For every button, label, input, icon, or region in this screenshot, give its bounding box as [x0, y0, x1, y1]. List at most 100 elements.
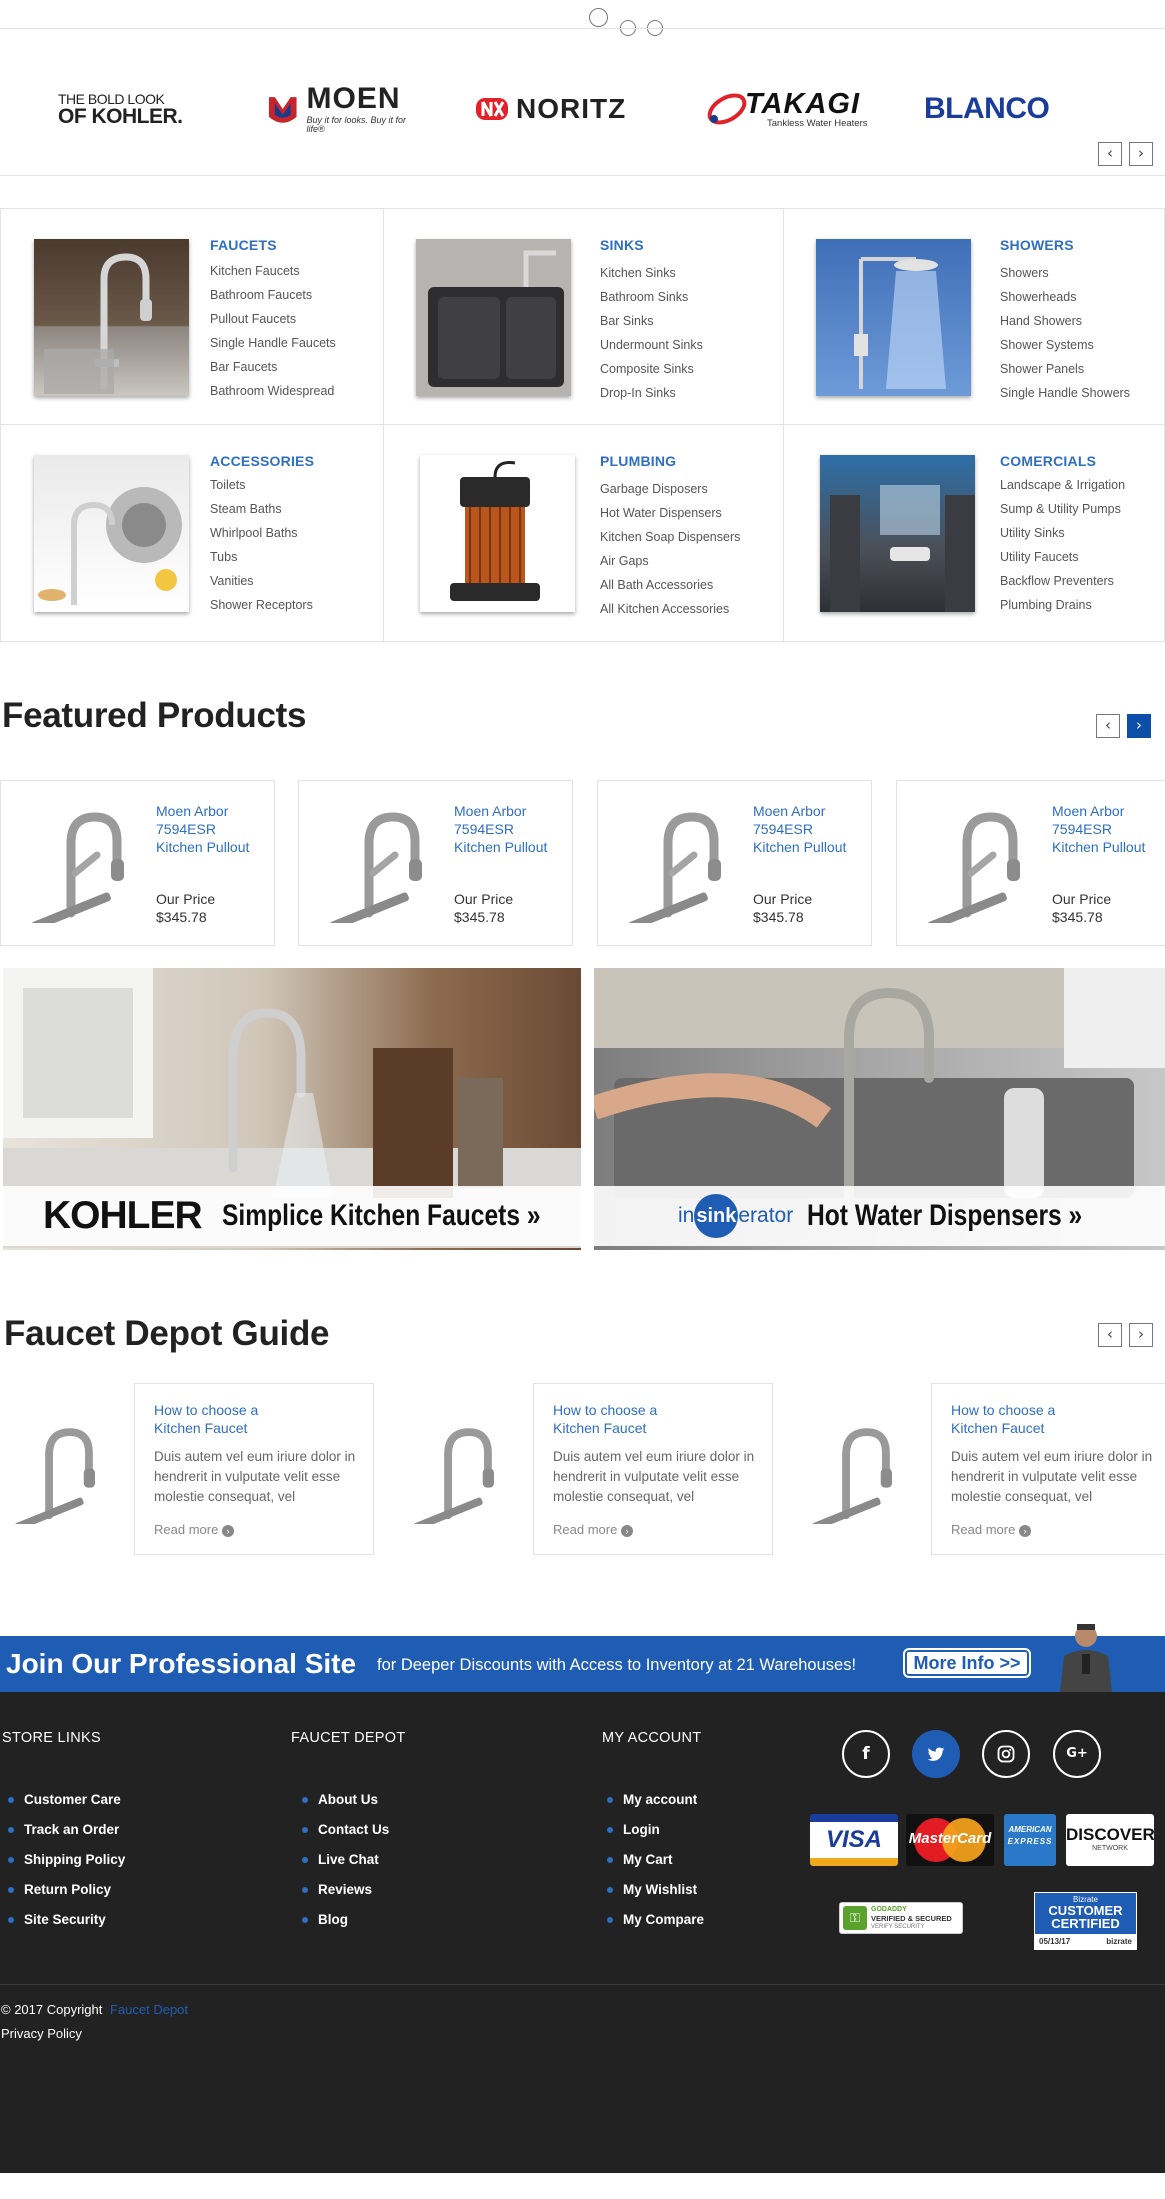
footer-link[interactable]: My account — [601, 1785, 704, 1815]
category-image-plumbing[interactable] — [420, 455, 575, 612]
product-name[interactable]: Moen Arbor 7594ESR Kitchen Pullout — [454, 802, 564, 856]
category-title[interactable]: FAUCETS — [210, 237, 277, 253]
category-link[interactable]: Bathroom Sinks — [600, 285, 703, 309]
footer-link[interactable]: My Compare — [601, 1905, 704, 1935]
category-link[interactable]: Showerheads — [1000, 285, 1130, 309]
footer-link[interactable]: Site Security — [2, 1905, 125, 1935]
footer-link[interactable]: Reviews — [296, 1875, 389, 1905]
kohler-promo-banner[interactable]: KOHLER Simplice Kitchen Faucets » — [3, 968, 581, 1250]
product-card[interactable]: Moen Arbor 7594ESR Kitchen Pullout Our P… — [896, 780, 1165, 946]
google-plus-icon[interactable]: G+ — [1053, 1730, 1101, 1778]
category-link[interactable]: Air Gaps — [600, 549, 740, 573]
guide-post-title[interactable]: How to choose a Kitchen Faucet — [951, 1401, 1101, 1437]
category-link[interactable]: Toilets — [210, 473, 313, 497]
brand-logo-moen[interactable]: MOEN Buy it for looks. Buy it for life® — [265, 79, 425, 139]
category-link[interactable]: Kitchen Sinks — [600, 261, 703, 285]
footer-link[interactable]: Track an Order — [2, 1815, 125, 1845]
product-card[interactable]: Moen Arbor 7594ESR Kitchen Pullout Our P… — [597, 780, 872, 946]
guide-next-button[interactable]: › — [1129, 1323, 1153, 1347]
footer-link[interactable]: Shipping Policy — [2, 1845, 125, 1875]
category-link[interactable]: Bar Faucets — [210, 355, 336, 379]
read-more-link[interactable]: Read more › — [553, 1522, 633, 1537]
footer-link[interactable]: Customer Care — [2, 1785, 125, 1815]
product-name[interactable]: Moen Arbor 7594ESR Kitchen Pullout — [1052, 802, 1162, 856]
guide-post-card[interactable]: How to choose a Kitchen Faucet Duis aute… — [931, 1383, 1165, 1555]
category-link[interactable]: Shower Systems — [1000, 333, 1130, 357]
category-title[interactable]: SINKS — [600, 237, 644, 253]
category-link[interactable]: Bathroom Widespread — [210, 379, 336, 403]
join-professional-banner[interactable]: Join Our Professional Site for Deeper Di… — [0, 1624, 1165, 1692]
twitter-icon[interactable] — [912, 1730, 960, 1778]
category-link[interactable]: Vanities — [210, 569, 313, 593]
category-link[interactable]: Steam Baths — [210, 497, 313, 521]
brand-logo-blanco[interactable]: BLANCO — [924, 79, 1084, 139]
category-link[interactable]: Tubs — [210, 545, 313, 569]
carousel-dot[interactable] — [589, 8, 608, 27]
category-link[interactable]: Pullout Faucets — [210, 307, 336, 331]
footer-link[interactable]: My Wishlist — [601, 1875, 704, 1905]
category-link[interactable]: Backflow Preventers — [1000, 569, 1125, 593]
category-link[interactable]: Shower Panels — [1000, 357, 1130, 381]
guide-post-title[interactable]: How to choose a Kitchen Faucet — [154, 1401, 304, 1437]
category-link[interactable]: Drop-In Sinks — [600, 381, 703, 405]
bizrate-badge[interactable]: Bizrate CUSTOMER CERTIFIED 05/13/17 bizr… — [1034, 1892, 1137, 1950]
read-more-link[interactable]: Read more › — [154, 1522, 234, 1537]
brand-prev-button[interactable]: ‹ — [1098, 142, 1122, 166]
instagram-icon[interactable] — [982, 1730, 1030, 1778]
category-link[interactable]: Bathroom Faucets — [210, 283, 336, 307]
godaddy-seal[interactable]: ⚿ GODADDY VERIFIED & SECURED VERIFY SECU… — [839, 1902, 963, 1934]
product-card[interactable]: Moen Arbor 7594ESR Kitchen Pullout Our P… — [298, 780, 573, 946]
product-name[interactable]: Moen Arbor 7594ESR Kitchen Pullout — [753, 802, 863, 856]
brand-logo-kohler[interactable]: THE BOLD LOOK OF KOHLER. — [58, 79, 188, 139]
category-link[interactable]: Plumbing Drains — [1000, 593, 1125, 617]
category-link[interactable]: Sump & Utility Pumps — [1000, 497, 1125, 521]
category-link[interactable]: All Kitchen Accessories — [600, 597, 740, 621]
featured-next-button[interactable]: › — [1127, 714, 1151, 738]
category-image-sinks[interactable] — [416, 239, 571, 396]
insinkerator-promo-banner[interactable]: in sink erator Hot Water Dispensers » — [594, 968, 1165, 1250]
brand-logo-noritz[interactable]: NORITZ — [474, 79, 644, 139]
banner-link-text[interactable]: Simplice Kitchen Faucets » — [222, 1199, 541, 1233]
guide-post-card[interactable]: How to choose a Kitchen Faucet Duis aute… — [533, 1383, 773, 1555]
copyright-link[interactable]: Faucet Depot — [110, 2002, 188, 2017]
category-link[interactable]: Undermount Sinks — [600, 333, 703, 357]
category-link[interactable]: Kitchen Faucets — [210, 259, 336, 283]
privacy-policy-link[interactable]: Privacy Policy — [1, 2026, 82, 2041]
category-title[interactable]: COMERCIALS — [1000, 453, 1096, 469]
category-title[interactable]: PLUMBING — [600, 453, 676, 469]
category-link[interactable]: Single Handle Faucets — [210, 331, 336, 355]
category-link[interactable]: Utility Faucets — [1000, 545, 1125, 569]
category-link[interactable]: Landscape & Irrigation — [1000, 473, 1125, 497]
footer-link[interactable]: Login — [601, 1815, 704, 1845]
featured-prev-button[interactable]: ‹ — [1096, 714, 1120, 738]
more-info-button[interactable]: More Info >> — [903, 1648, 1031, 1678]
footer-link[interactable]: Return Policy — [2, 1875, 125, 1905]
category-title[interactable]: SHOWERS — [1000, 237, 1074, 253]
category-image-accessories[interactable] — [34, 455, 189, 612]
category-link[interactable]: All Bath Accessories — [600, 573, 740, 597]
category-link[interactable]: Composite Sinks — [600, 357, 703, 381]
category-image-faucets[interactable] — [34, 239, 189, 396]
footer-link[interactable]: My Cart — [601, 1845, 704, 1875]
category-link[interactable]: Shower Receptors — [210, 593, 313, 617]
guide-post-title[interactable]: How to choose a Kitchen Faucet — [553, 1401, 703, 1437]
guide-post-card[interactable]: How to choose a Kitchen Faucet Duis aute… — [134, 1383, 374, 1555]
footer-link[interactable]: Contact Us — [296, 1815, 389, 1845]
facebook-icon[interactable]: f — [842, 1730, 890, 1778]
category-link[interactable]: Whirlpool Baths — [210, 521, 313, 545]
category-link[interactable]: Bar Sinks — [600, 309, 703, 333]
footer-link[interactable]: Blog — [296, 1905, 389, 1935]
read-more-link[interactable]: Read more › — [951, 1522, 1031, 1537]
footer-link[interactable]: Live Chat — [296, 1845, 389, 1875]
category-link[interactable]: Kitchen Soap Dispensers — [600, 525, 740, 549]
category-image-showers[interactable] — [816, 239, 971, 396]
category-link[interactable]: Hand Showers — [1000, 309, 1130, 333]
banner-link-text[interactable]: Hot Water Dispensers » — [807, 1199, 1082, 1233]
category-link[interactable]: Garbage Disposers — [600, 477, 740, 501]
brand-next-button[interactable]: › — [1129, 142, 1153, 166]
product-name[interactable]: Moen Arbor 7594ESR Kitchen Pullout — [156, 802, 266, 856]
guide-prev-button[interactable]: ‹ — [1098, 1323, 1122, 1347]
brand-logo-takagi[interactable]: TAKAGI Tankless Water Heaters — [705, 79, 875, 139]
category-link[interactable]: Hot Water Dispensers — [600, 501, 740, 525]
footer-link[interactable]: About Us — [296, 1785, 389, 1815]
